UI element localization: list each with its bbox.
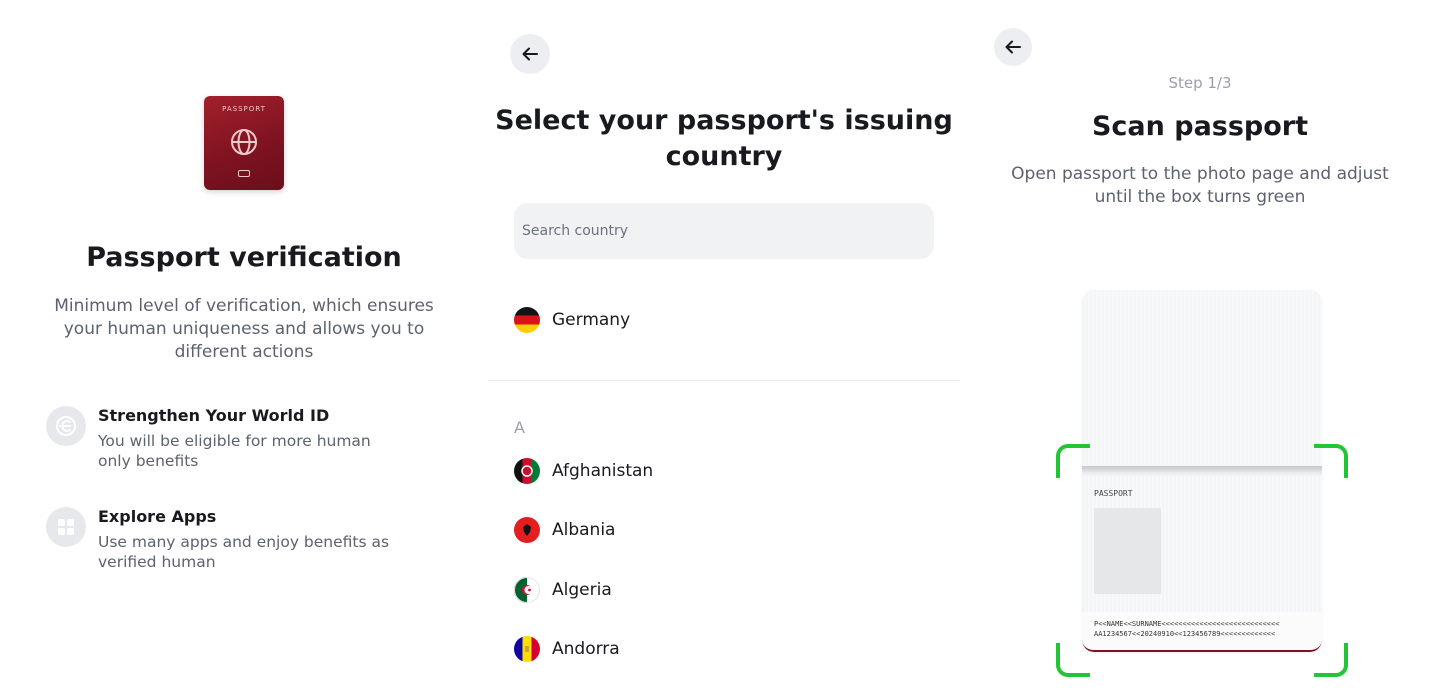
page-title: Select your passport's issuing country: [495, 105, 953, 172]
flag-albania-icon: [514, 517, 540, 543]
back-button[interactable]: [510, 34, 550, 74]
passport-page-preview: PASSPORT P<<NAME<<SURNAME<<<<<<<<<<<<<<<…: [1082, 290, 1322, 652]
country-item-algeria[interactable]: Algeria: [514, 575, 612, 605]
scan-frame-corner-bottom-left: [1056, 643, 1090, 677]
country-name: Afghanistan: [552, 461, 654, 481]
flag-germany-icon: [514, 307, 540, 333]
page-title: Passport verification: [86, 242, 402, 273]
globe-icon: [231, 129, 257, 155]
photo-placeholder: [1094, 508, 1161, 594]
country-item-germany[interactable]: Germany: [514, 305, 630, 335]
scan-frame-corner-top-right: [1314, 444, 1348, 478]
passport-cover-illustration: PASSPORT: [204, 96, 284, 190]
country-name: Albania: [552, 520, 616, 540]
divider: [488, 380, 960, 381]
chip-icon: [238, 170, 250, 177]
country-item-albania[interactable]: Albania: [514, 515, 615, 545]
feature-subtitle: Use many apps and enjoy benefits as veri…: [98, 533, 390, 571]
world-id-icon: [46, 406, 86, 446]
page-description: Minimum level of verification, which ens…: [54, 296, 434, 362]
country-item-afghanistan[interactable]: Afghanistan: [514, 456, 653, 486]
country-select-panel: Select your passport's issuing country G…: [488, 0, 960, 700]
feature-subtitle: You will be eligible for more human only…: [98, 432, 371, 470]
arrow-left-icon: [1005, 40, 1021, 54]
passport-page-label: PASSPORT: [1094, 489, 1133, 498]
mrz-line: P<<NAME<<SURNAME<<<<<<<<<<<<<<<<<<<<<<<<…: [1094, 620, 1280, 628]
search-country-input[interactable]: [514, 203, 934, 259]
scan-passport-panel: Step 1/3 Scan passport Open passport to …: [960, 0, 1440, 700]
section-header: A: [514, 418, 525, 437]
country-name: Algeria: [552, 580, 612, 600]
scan-instructions: Open passport to the photo page and adju…: [1011, 164, 1389, 207]
arrow-left-icon: [522, 47, 538, 61]
passport-verification-panel: PASSPORT Passport verification Minimum l…: [0, 0, 488, 700]
flag-andorra-icon: [514, 636, 540, 662]
flag-algeria-icon: [514, 577, 540, 603]
step-indicator: Step 1/3: [1168, 74, 1232, 92]
feature-title: Explore Apps: [98, 507, 217, 526]
country-item-andorra[interactable]: Andorra: [514, 634, 620, 664]
country-name: Andorra: [552, 639, 620, 659]
mrz-line: AA1234567<<20240910<<123456789<<<<<<<<<<…: [1094, 630, 1276, 638]
scan-frame-corner-top-left: [1056, 444, 1090, 478]
flag-afghanistan-icon: [514, 458, 540, 484]
feature-title: Strengthen Your World ID: [98, 406, 330, 425]
country-name: Germany: [552, 310, 631, 330]
back-button[interactable]: [994, 28, 1032, 66]
page-fold: [1082, 466, 1322, 476]
apps-grid-icon: [46, 507, 86, 547]
mrz-zone: P<<NAME<<SURNAME<<<<<<<<<<<<<<<<<<<<<<<<…: [1082, 612, 1322, 652]
scan-frame-corner-bottom-right: [1314, 643, 1348, 677]
page-title: Scan passport: [1091, 111, 1309, 142]
passport-cover-label: PASSPORT: [222, 105, 266, 113]
